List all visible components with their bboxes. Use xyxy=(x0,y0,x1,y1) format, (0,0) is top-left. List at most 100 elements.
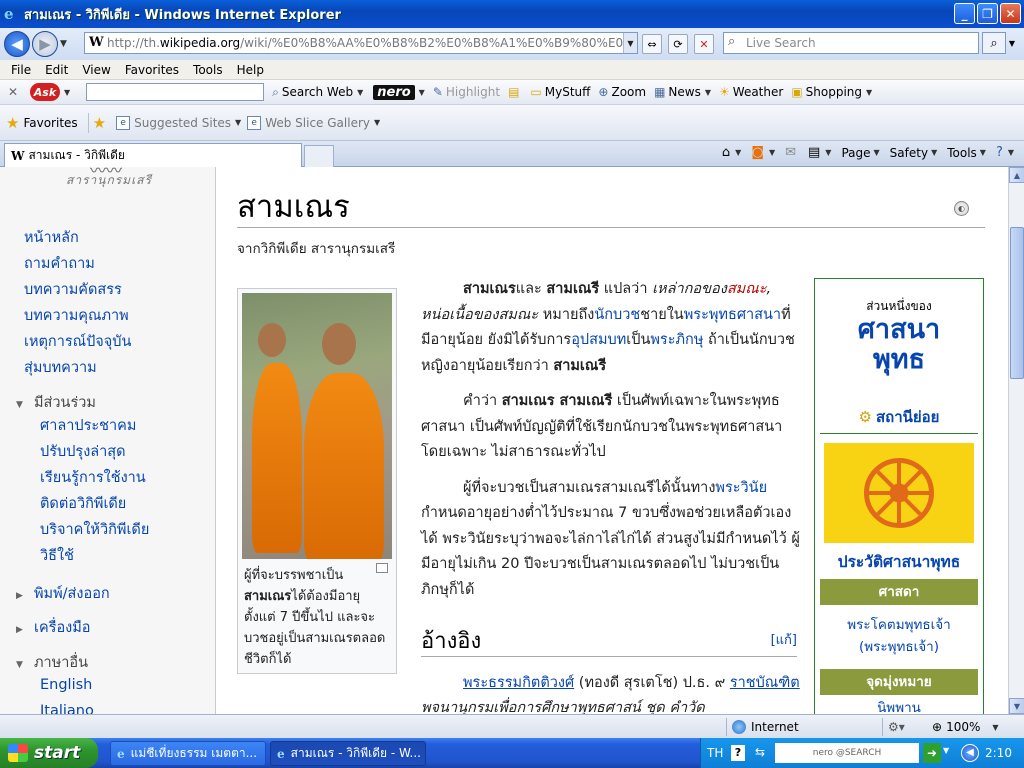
history-link[interactable]: ประวัติศาสนาพุทธ xyxy=(815,549,983,574)
search-go-button[interactable]: ⌕ xyxy=(982,32,1006,54)
recent-pages-dropdown[interactable]: ▼ xyxy=(60,39,72,49)
language-indicator[interactable]: TH xyxy=(707,746,723,760)
nav-featured-articles[interactable]: บทความคัดสรร xyxy=(24,277,131,303)
lang-english[interactable]: English xyxy=(40,672,94,698)
new-tab-button[interactable] xyxy=(304,145,334,167)
print-button[interactable]: ▤ ▼ xyxy=(808,145,831,160)
novice-monks-photo[interactable] xyxy=(242,293,392,559)
ask-logo-dropdown[interactable]: ▼ xyxy=(64,88,70,97)
address-dropdown[interactable]: ▼ xyxy=(623,33,637,53)
print-export-heading[interactable]: ▶ พิมพ์/ส่งออก xyxy=(16,582,110,605)
zoom-level-control[interactable]: ⊕ 100% ▼ xyxy=(932,720,999,734)
web-slice-gallery-button[interactable]: e Web Slice Gallery ▼ xyxy=(247,115,380,130)
page-menu[interactable]: Page ▼ xyxy=(841,146,879,160)
address-bar[interactable]: W http://th. wikipedia.org/wiki/%E0%B8%AA… xyxy=(84,32,638,54)
series-title[interactable]: ศาสนาพุทธ xyxy=(815,315,983,375)
help-icon[interactable]: ? xyxy=(731,745,745,761)
highlight-button[interactable]: ✎ Highlight xyxy=(433,85,500,99)
search-web-button[interactable]: ⌕ Search Web ▼ xyxy=(272,85,363,100)
chevron-down-icon[interactable]: ▼ xyxy=(943,746,949,755)
nav-current-events[interactable]: เหตุการณ์ปัจจุบัน xyxy=(24,329,131,355)
nav-contact[interactable]: ติดต่อวิกิพีเดีย xyxy=(40,491,149,517)
scroll-thumb[interactable] xyxy=(1010,227,1024,379)
compatibility-view-icon[interactable]: ⇔ xyxy=(642,34,662,54)
suggested-sites-button[interactable]: e Suggested Sites ▼ xyxy=(116,115,241,130)
tab-active[interactable]: W สามเณร - วิกิพีเดีย xyxy=(4,143,302,167)
menu-file[interactable]: File xyxy=(4,63,38,77)
notepad-button[interactable]: ▤ xyxy=(508,85,522,99)
vertical-scrollbar[interactable]: ▲ ▼ xyxy=(1008,167,1024,714)
ask-logo[interactable]: Ask xyxy=(30,83,60,101)
nav-good-articles[interactable]: บทความคุณภาพ xyxy=(24,303,131,329)
menu-edit[interactable]: Edit xyxy=(38,63,75,77)
link-ordination[interactable]: อุปสมบท xyxy=(571,332,626,348)
add-favorite-icon[interactable]: ★ xyxy=(93,114,106,132)
redlink-samana[interactable]: สมณะ xyxy=(727,281,767,297)
forward-button[interactable]: ▶ xyxy=(32,31,58,57)
nav-ask-question[interactable]: ถามคำถาม xyxy=(24,251,131,277)
portal-link[interactable]: ⚙ สถานีย่อย xyxy=(815,405,983,429)
scroll-up-button[interactable]: ▲ xyxy=(1009,167,1024,183)
start-button[interactable]: start xyxy=(0,738,98,768)
nav-main-page[interactable]: หน้าหลัก xyxy=(24,225,131,251)
home-button[interactable]: ⌂ ▼ xyxy=(722,145,741,160)
zoom-button[interactable]: ⊕ Zoom xyxy=(598,85,646,99)
link-royal-scholar[interactable]: ราชบัณฑิต xyxy=(730,675,800,691)
scroll-down-button[interactable]: ▼ xyxy=(1009,698,1024,714)
close-toolbar-icon[interactable]: ✕ xyxy=(4,85,22,99)
lang-italiano[interactable]: Italiano xyxy=(40,698,94,714)
nero-search-input[interactable]: nero @SEARCH xyxy=(775,743,919,763)
link-nirvana[interactable]: นิพพาน xyxy=(815,697,983,714)
coordinates-globe-icon[interactable]: ◐ xyxy=(954,201,969,216)
tray-icon[interactable]: ⇆ xyxy=(755,745,765,759)
favorites-button[interactable]: ★ Favorites xyxy=(0,114,84,132)
taskbar-window-2[interactable]: e สามเณร - วิกิพีเดีย - W... xyxy=(270,741,426,766)
ask-search-input[interactable] xyxy=(86,83,265,101)
nero-logo[interactable]: nero xyxy=(373,84,415,100)
back-arrow-icon[interactable]: ◀ xyxy=(961,744,979,762)
live-search-input[interactable]: ⌕ Live Search xyxy=(723,32,979,54)
link-bhikkhu[interactable]: พระภิกษุ xyxy=(650,332,703,348)
stop-icon[interactable]: ✕ xyxy=(694,34,714,54)
menu-view[interactable]: View xyxy=(75,63,117,77)
link-buddhism[interactable]: พระพุทธศาสนา xyxy=(684,307,781,323)
safety-menu[interactable]: Safety ▼ xyxy=(890,146,938,160)
tools-heading[interactable]: ▶ เครื่องมือ xyxy=(16,616,91,639)
weather-button[interactable]: ☀ Weather xyxy=(719,85,783,99)
link-author[interactable]: พระธรรมกิตติวงศ์ xyxy=(463,675,574,691)
menu-favorites[interactable]: Favorites xyxy=(118,63,186,77)
feeds-button[interactable]: ◙ ▼ xyxy=(751,145,775,160)
security-zone[interactable]: Internet xyxy=(732,720,799,734)
menu-tools[interactable]: Tools xyxy=(186,63,230,77)
nav-community-portal[interactable]: ศาลาประชาคม xyxy=(40,413,149,439)
taskbar-window-1[interactable]: e แม่ชีเที่ยงธรรม เมตตา... xyxy=(110,741,266,766)
protected-mode-icon[interactable]: ⚙▾ xyxy=(888,720,905,734)
nav-donate[interactable]: บริจาคให้วิกิพีเดีย xyxy=(40,517,149,543)
dharma-wheel-image[interactable] xyxy=(824,443,974,543)
languages-heading[interactable]: ▼ ภาษาอื่น xyxy=(16,651,88,674)
participate-heading[interactable]: ▼ มีส่วนร่วม xyxy=(16,391,96,414)
nero-dropdown[interactable]: ▼ xyxy=(419,88,425,97)
tools-menu[interactable]: Tools ▼ xyxy=(947,146,986,160)
news-button[interactable]: ▦ News ▼ xyxy=(654,85,711,99)
mystuff-button[interactable]: ▭ MyStuff xyxy=(530,85,590,99)
close-button[interactable]: ✕ xyxy=(1000,3,1021,24)
back-button[interactable]: ◀ xyxy=(4,31,30,57)
link-ascetic[interactable]: นักบวช xyxy=(594,307,640,323)
nav-help[interactable]: วิธีใช้ xyxy=(40,543,149,569)
help-menu[interactable]: ? ▼ xyxy=(996,145,1014,160)
minimize-button[interactable]: _ xyxy=(954,3,975,24)
link-gautama-buddha[interactable]: พระโคตมพุทธเจ้า xyxy=(815,614,983,636)
refresh-icon[interactable]: ⟳ xyxy=(668,34,688,54)
maximize-button[interactable]: ❐ xyxy=(977,3,998,24)
edit-section-link[interactable]: [แก้] xyxy=(771,629,797,650)
nav-recent-changes[interactable]: ปรับปรุงล่าสุด xyxy=(40,439,149,465)
nero-search-go-button[interactable]: ➜ xyxy=(923,743,941,763)
menu-help[interactable]: Help xyxy=(230,63,271,77)
nav-learn-to-edit[interactable]: เรียนรู้การใช้งาน xyxy=(40,465,149,491)
search-options-dropdown[interactable]: ▼ xyxy=(1006,32,1018,54)
nav-random-article[interactable]: สุ่มบทความ xyxy=(24,355,131,381)
link-buddha[interactable]: (พระพุทธเจ้า) xyxy=(815,636,983,658)
link-vinaya[interactable]: พระวินัย xyxy=(715,480,767,496)
mail-button[interactable]: ✉ xyxy=(785,145,798,160)
